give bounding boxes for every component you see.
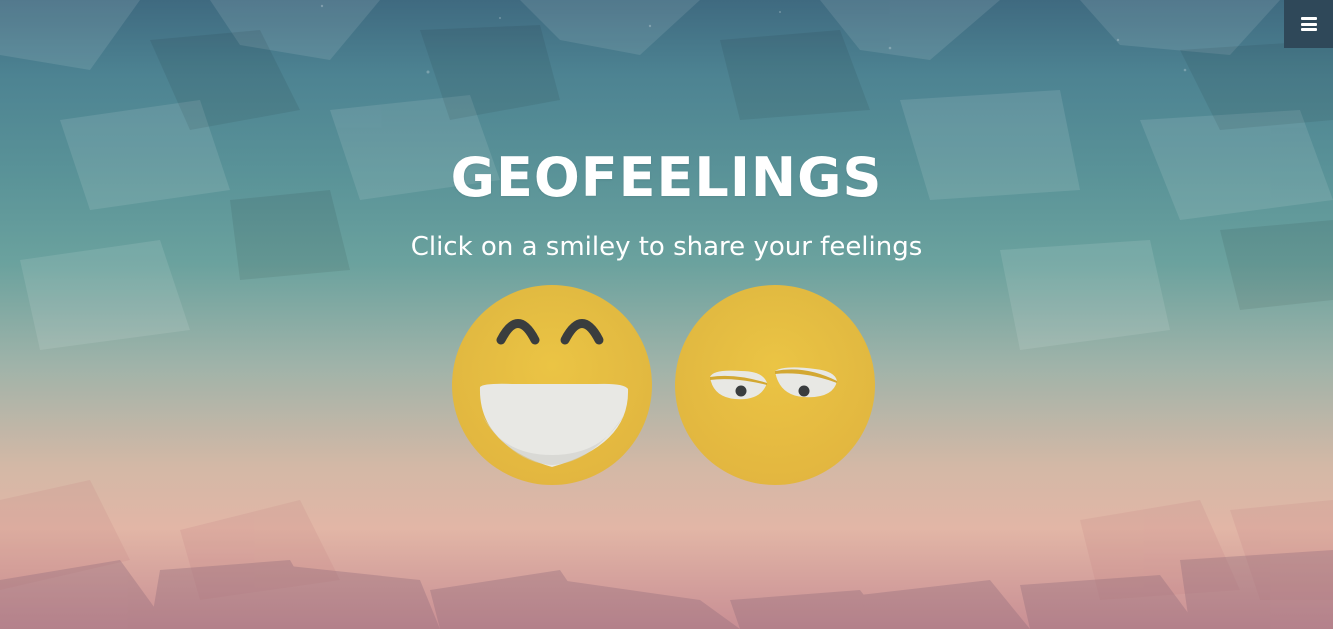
hamburger-menu-icon [1300,17,1317,31]
happy-smiley-icon [452,285,652,485]
menu-button[interactable] [1284,0,1333,48]
sad-smiley-button[interactable] [675,285,875,485]
sad-smiley-icon [675,285,875,485]
page-title: GEOFEELINGS [450,146,883,209]
low-poly-background [0,0,1333,629]
page-subtitle: Click on a smiley to share your feelings [410,232,923,262]
happy-smiley-button[interactable] [452,285,652,485]
